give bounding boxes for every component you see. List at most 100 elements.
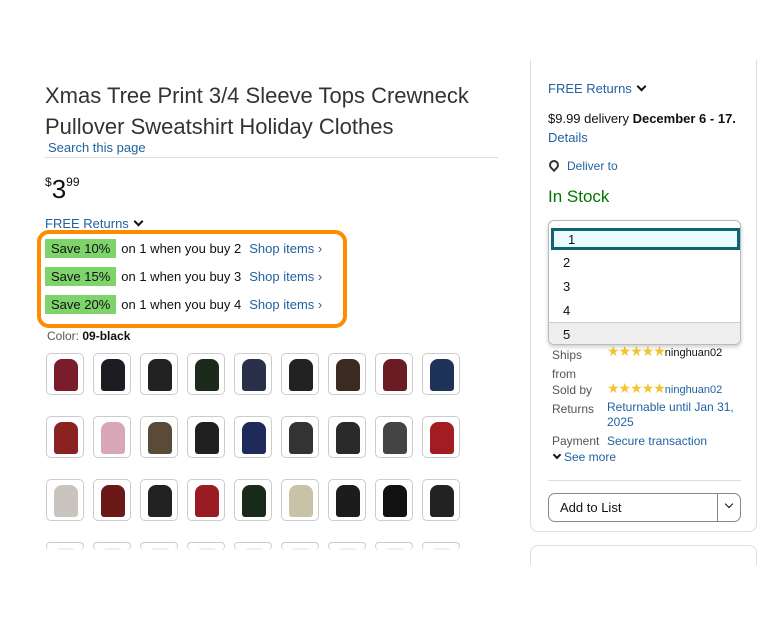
color-swatch[interactable] xyxy=(234,416,272,458)
deliver-to[interactable]: Deliver to xyxy=(546,157,618,173)
color-swatch[interactable] xyxy=(46,542,84,550)
color-swatch[interactable] xyxy=(422,353,460,395)
promo-row: Save 15% on 1 when you buy 3 Shop items › xyxy=(45,267,322,286)
divider xyxy=(45,157,498,158)
swatch-image xyxy=(336,422,360,454)
swatch-image xyxy=(148,485,172,517)
quantity-option[interactable]: 5 xyxy=(549,322,740,344)
returns-label: Returns xyxy=(552,402,595,416)
swatch-image xyxy=(54,485,78,517)
color-swatch[interactable] xyxy=(422,542,460,550)
price: $399 xyxy=(45,174,80,204)
shop-items-link[interactable]: Shop items › xyxy=(249,269,322,284)
swatch-image xyxy=(289,548,313,550)
promo-row: Save 20% on 1 when you buy 4 Shop items › xyxy=(45,295,322,314)
swatch-image xyxy=(383,485,407,517)
swatch-image xyxy=(336,359,360,391)
search-this-page-link[interactable]: Search this page xyxy=(48,140,146,155)
product-title: Xmas Tree Print 3/4 Sleeve Tops Crewneck… xyxy=(45,83,469,139)
color-swatch[interactable] xyxy=(281,353,319,395)
promo-row: Save 10% on 1 when you buy 2 Shop items › xyxy=(45,239,322,258)
chevron-down-icon xyxy=(133,216,144,227)
chevron-down-icon[interactable] xyxy=(724,499,734,509)
swatch-image xyxy=(242,422,266,454)
color-swatch[interactable] xyxy=(328,479,366,521)
color-swatch[interactable] xyxy=(328,542,366,550)
color-swatch[interactable] xyxy=(375,353,413,395)
color-swatch[interactable] xyxy=(234,353,272,395)
color-swatch[interactable] xyxy=(140,479,178,521)
color-swatch[interactable] xyxy=(46,353,84,395)
swatch-image xyxy=(195,485,219,517)
color-swatch[interactable] xyxy=(187,353,225,395)
add-to-list-button[interactable]: Add to List xyxy=(548,493,741,522)
color-swatch[interactable] xyxy=(93,353,131,395)
shop-items-link[interactable]: Shop items › xyxy=(249,241,322,256)
returns-link[interactable]: Returnable until Jan 31, 2025 xyxy=(607,400,737,430)
color-swatch[interactable] xyxy=(46,479,84,521)
quantity-option[interactable]: 2 xyxy=(549,251,740,275)
color-swatch[interactable] xyxy=(93,542,131,550)
color-swatch[interactable] xyxy=(375,479,413,521)
color-swatch[interactable] xyxy=(281,479,319,521)
quantity-option[interactable]: 1 xyxy=(551,228,740,250)
color-swatch[interactable] xyxy=(140,542,178,550)
color-swatch[interactable] xyxy=(422,479,460,521)
sold-by-value[interactable]: ★★★★★ninghuan02 xyxy=(607,380,741,397)
swatch-image xyxy=(430,422,454,454)
swatch-image xyxy=(54,422,78,454)
sold-by-label: Sold by xyxy=(552,383,593,397)
stock-status: In Stock xyxy=(548,187,610,206)
swatch-image xyxy=(430,485,454,517)
color-swatch[interactable] xyxy=(93,479,131,521)
swatch-image xyxy=(101,485,125,517)
swatch-image xyxy=(54,548,78,550)
swatch-image xyxy=(383,548,407,550)
swatch-image xyxy=(54,359,78,391)
quantity-option[interactable]: 4 xyxy=(549,299,740,323)
color-swatch[interactable] xyxy=(93,416,131,458)
promotions-box: Save 10% on 1 when you buy 2 Shop items › … xyxy=(37,230,347,328)
see-more-toggle[interactable]: See more xyxy=(552,450,616,464)
shop-items-link[interactable]: Shop items › xyxy=(249,297,322,312)
secondary-panel xyxy=(530,545,757,565)
swatch-image xyxy=(336,548,360,550)
swatch-image xyxy=(242,485,266,517)
color-swatch[interactable] xyxy=(375,542,413,550)
color-swatch[interactable] xyxy=(234,479,272,521)
swatch-image xyxy=(148,422,172,454)
details-link[interactable]: Details xyxy=(548,130,588,145)
color-swatch[interactable] xyxy=(328,353,366,395)
swatch-image xyxy=(195,422,219,454)
swatch-image xyxy=(101,548,125,550)
free-returns-link[interactable]: FREE Returns xyxy=(45,216,144,231)
swatch-image xyxy=(148,359,172,391)
ships-from-value: ★★★★★ninghuan02 xyxy=(607,343,723,359)
swatch-image xyxy=(148,548,172,550)
color-label: Color: 09-black xyxy=(47,329,131,343)
payment-label: Payment xyxy=(552,434,600,448)
color-swatch[interactable] xyxy=(281,542,319,550)
quantity-dropdown[interactable]: 1 2 3 4 5 xyxy=(548,220,741,345)
swatch-image xyxy=(430,359,454,391)
swatch-image xyxy=(195,548,219,550)
color-swatch[interactable] xyxy=(422,416,460,458)
buybox-free-returns[interactable]: FREE Returns xyxy=(548,81,647,96)
color-swatch[interactable] xyxy=(234,542,272,550)
color-swatch[interactable] xyxy=(187,479,225,521)
swatch-image xyxy=(336,485,360,517)
color-swatch[interactable] xyxy=(187,416,225,458)
quantity-option[interactable]: 3 xyxy=(549,275,740,299)
color-swatch[interactable] xyxy=(328,416,366,458)
secure-transaction-link[interactable]: Secure transaction xyxy=(607,434,707,448)
color-swatch[interactable] xyxy=(375,416,413,458)
color-swatch[interactable] xyxy=(46,416,84,458)
swatch-image xyxy=(430,548,454,550)
color-swatch[interactable] xyxy=(140,353,178,395)
color-swatch[interactable] xyxy=(281,416,319,458)
color-swatch[interactable] xyxy=(140,416,178,458)
swatch-image xyxy=(101,359,125,391)
swatch-image xyxy=(242,548,266,550)
color-swatch[interactable] xyxy=(187,542,225,550)
divider xyxy=(548,480,741,481)
